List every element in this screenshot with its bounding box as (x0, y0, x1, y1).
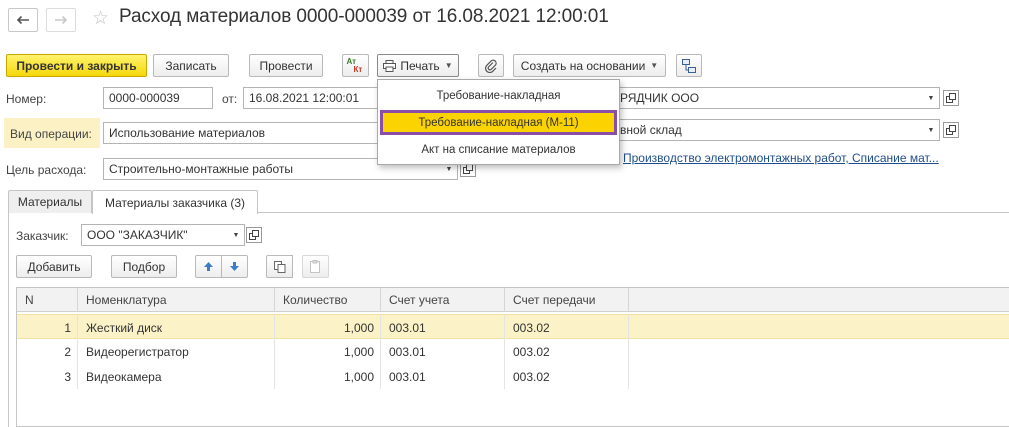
tab-materials[interactable]: Материалы (8, 190, 92, 213)
copy-icon (273, 260, 285, 273)
table-row[interactable]: 1 Жесткий диск 1,000 003.01 003.02 (17, 314, 1009, 340)
pick-button[interactable]: Подбор (111, 255, 177, 278)
date-label: от: (222, 92, 238, 106)
back-button[interactable] (8, 8, 38, 32)
arrow-down-icon (230, 262, 239, 271)
cell-quantity: 1,000 (275, 364, 381, 389)
operation-field[interactable]: Использование материалов (103, 122, 383, 144)
open-window-icon (946, 93, 956, 103)
chevron-down-icon: ▼ (650, 61, 659, 70)
table-row[interactable]: 3 Видеокамера 1,000 003.01 003.02 (17, 364, 1009, 389)
purpose-label: Цель расхода: (6, 163, 87, 177)
print-menu: Требование-накладная Требование-накладна… (377, 79, 620, 165)
arrow-up-icon (204, 262, 213, 271)
favorite-star-icon[interactable]: ☆ (92, 8, 109, 30)
cell-n: 1 (17, 315, 78, 340)
arrow-right-icon (55, 15, 68, 25)
cell-transfer-account: 003.02 (505, 315, 629, 340)
contractor-open-button[interactable] (943, 90, 959, 106)
table-row[interactable]: 2 Видеорегистратор 1,000 003.01 003.02 (17, 339, 1009, 364)
dt-kt-icon: Ат Кт (347, 57, 365, 74)
production-link[interactable]: Производство электромонтажных работ, Спи… (623, 151, 939, 165)
warehouse-field[interactable]: вной склад (614, 119, 924, 141)
cell-account: 003.01 (381, 315, 505, 340)
save-button[interactable]: Записать (153, 54, 229, 77)
kt-label: Кт (353, 64, 363, 74)
column-header-account[interactable]: Счет учета (381, 288, 505, 312)
create-based-on-button[interactable]: Создать на основании ▼ (513, 54, 666, 77)
arrow-left-icon (16, 15, 29, 25)
contractor-field[interactable]: РЯДЧИК ООО (614, 87, 924, 109)
customer-open-button[interactable] (246, 227, 262, 243)
cell-quantity: 1,000 (275, 315, 381, 340)
chevron-down-icon: ▼ (444, 61, 453, 70)
customer-dropdown-button[interactable]: ▼ (228, 224, 245, 246)
cell-transfer-account: 003.02 (505, 339, 629, 364)
customer-field[interactable]: ООО "ЗАКАЗЧИК" (81, 224, 229, 246)
print-button-label: Печать (400, 58, 440, 73)
menu-item-requisition[interactable]: Требование-накладная (378, 84, 619, 108)
dt-kt-button[interactable]: Ат Кт (342, 54, 369, 77)
contractor-dropdown-button[interactable]: ▼ (923, 87, 940, 109)
page-title: Расход материалов 0000-000039 от 16.08.2… (119, 6, 609, 27)
menu-item-requisition-m11[interactable]: Требование-накладная (М-11) (380, 110, 617, 135)
print-button[interactable]: Печать ▼ (377, 54, 459, 77)
number-label: Номер: (6, 92, 47, 106)
column-header-nomenclature[interactable]: Номенклатура (78, 288, 275, 312)
number-field[interactable]: 0000-000039 (103, 87, 213, 109)
cell-transfer-account: 003.02 (505, 364, 629, 389)
cell-account: 003.01 (381, 364, 505, 389)
operation-label: Вид операции: (10, 127, 92, 141)
column-header-quantity[interactable]: Количество (275, 288, 381, 312)
structure-button[interactable] (676, 54, 702, 77)
tab-panel-border (8, 213, 9, 427)
move-up-button[interactable] (195, 255, 222, 278)
document-structure-icon (682, 58, 696, 73)
warehouse-open-button[interactable] (943, 122, 959, 138)
post-and-close-button[interactable]: Провести и закрыть (6, 54, 147, 77)
post-button[interactable]: Провести (249, 54, 323, 77)
column-header-n[interactable]: N (17, 288, 78, 312)
tab-customer-materials[interactable]: Материалы заказчика (3) (92, 190, 258, 214)
cell-n: 3 (17, 364, 78, 389)
open-window-icon (249, 230, 259, 240)
cell-nomenclature: Видеокамера (78, 364, 275, 389)
move-down-button[interactable] (221, 255, 248, 278)
table-header: N Номенклатура Количество Счет учета Сче… (17, 288, 1009, 312)
paperclip-icon (485, 59, 497, 73)
copy-button[interactable] (266, 255, 293, 278)
open-window-icon (463, 164, 473, 174)
open-window-icon (946, 125, 956, 135)
add-row-button[interactable]: Добавить (16, 255, 92, 278)
date-field[interactable]: 16.08.2021 12:00:01 (243, 87, 379, 109)
printer-icon (383, 59, 397, 72)
attach-button[interactable] (478, 54, 504, 77)
column-header-transfer-account[interactable]: Счет передачи (505, 288, 629, 312)
cell-account: 003.01 (381, 339, 505, 364)
cell-nomenclature: Видеорегистратор (78, 339, 275, 364)
paste-icon (309, 260, 320, 273)
cell-quantity: 1,000 (275, 339, 381, 364)
cell-n: 2 (17, 339, 78, 364)
warehouse-dropdown-button[interactable]: ▼ (923, 119, 940, 141)
menu-item-writeoff-act[interactable]: Акт на списание материалов (378, 138, 619, 162)
customer-label: Заказчик: (16, 229, 69, 243)
cell-nomenclature: Жесткий диск (78, 315, 275, 340)
paste-button[interactable] (302, 255, 329, 278)
create-based-on-label: Создать на основании (520, 58, 646, 73)
materials-table[interactable]: N Номенклатура Количество Счет учета Сче… (16, 287, 1009, 427)
forward-button[interactable] (46, 8, 76, 32)
